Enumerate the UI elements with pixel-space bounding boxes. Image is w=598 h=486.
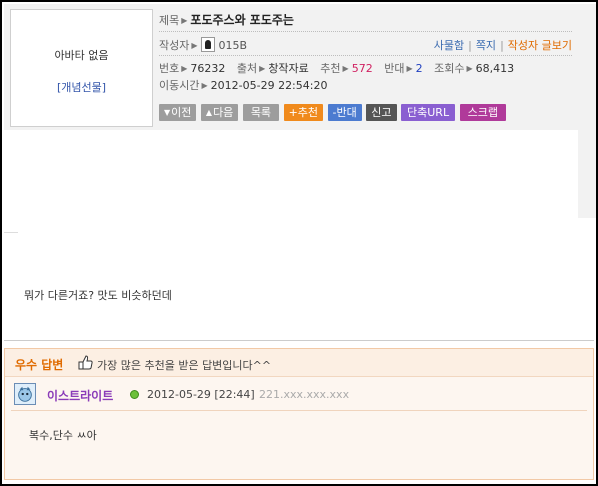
oppose-button-label: 반대 [336,106,357,119]
triangle-right-icon: ▶ [466,64,473,73]
separator: | [468,39,472,52]
answer-date: 2012-05-29 [22:44] [147,388,255,401]
locker-link[interactable]: 사물함 [434,39,464,52]
post-body: 뭐가 다른거죠? 맛도 비슷하던데 [24,289,172,302]
best-answer-header: 우수 답변 가장 많은 추천을 받은 답변입니다^^ [5,349,593,377]
thumbs-up-hand-icon [78,355,93,370]
report-button[interactable]: 신고 [366,104,397,121]
post-number: 76232 [190,62,226,75]
recommend-button[interactable]: +추천 [283,104,324,121]
divider [159,31,572,32]
post-source: 창작자료 [268,62,309,75]
moved-time-label: 이동시간 [159,79,200,92]
section-divider [4,340,594,341]
prev-button-label: 이전 [171,106,192,119]
triangle-right-icon: ▶ [259,64,266,73]
post-header: 아바타 없음 [개념선물] 제목 ▶ 포도주스와 포도주는 작성자 ▶ 015B 사물함… [4,4,578,130]
title-row: 제목 ▶ 포도주스와 포도주는 [159,11,294,28]
plus-icon: + [288,106,298,119]
divider [4,232,18,233]
source-label: 출처 [236,62,258,75]
triangle-right-icon: ▶ [181,64,188,73]
list-button[interactable]: 목록 [242,104,280,121]
avatar: 아바타 없음 [개념선물] [10,9,153,127]
scrap-button[interactable]: 스크랩 [459,104,506,121]
upvote-label: 추천 [320,62,341,75]
next-button[interactable]: ▲다음 [200,104,239,121]
author-row: 작성자 ▶ 015B 사물함 | 쪽지 | 작성자 글보기 [159,37,572,53]
answerer-avatar-icon [14,383,36,405]
downvote-label: 반대 [384,62,405,75]
title-label: 제목 [159,14,180,27]
downvote-count: 2 [415,62,423,75]
gift-link[interactable]: [개념선물] [11,79,152,95]
author-nickname[interactable]: 015B [219,39,248,52]
message-link[interactable]: 쪽지 [476,39,496,52]
short-url-button[interactable]: 단축URL [401,104,456,121]
divider [11,410,587,411]
answer-author-name[interactable]: 이스트라이트 [47,387,113,404]
moved-time: 2012-05-29 22:54:20 [210,79,328,92]
answer-body: 복수,단수 ㅆ아 [29,429,97,442]
separator: | [500,39,504,52]
divider [159,55,572,56]
scroll-strip [578,4,596,218]
author-links: 사물함 | 쪽지 | 작성자 글보기 [434,37,572,53]
best-answer-section: 우수 답변 가장 많은 추천을 받은 답변입니다^^ 이스트라이트 2012-0… [4,348,594,480]
online-status-icon [130,390,139,399]
triangle-down-icon: ▼ [164,108,171,117]
moved-time-row: 이동시간 ▶ 2012-05-29 22:54:20 [159,77,327,93]
triangle-right-icon: ▶ [201,81,208,90]
answer-ip: 221.xxx.xxx.xxx [259,388,350,401]
avatar-placeholder-text: 아바타 없음 [54,49,109,62]
triangle-right-icon: ▶ [342,64,349,73]
action-buttons: ▼이전 ▲다음 목록 +추천 -반대 신고 단축URL 스크랩 [159,104,507,121]
best-answer-description: 가장 많은 추천을 받은 답변입니다^^ [97,359,272,372]
answer-author-row: 이스트라이트 2012-05-29 [22:44] 221.xxx.xxx.xx… [14,383,584,407]
number-label: 번호 [159,62,180,75]
meta-row: 번호 ▶ 76232 출처 ▶ 창작자료 추천 ▶ 572 반대 ▶ 2 조회수 ▶ 68,413 [159,60,514,76]
triangle-right-icon: ▶ [181,16,188,25]
best-answer-label: 우수 답변 [15,358,64,372]
upvote-count: 572 [351,62,373,75]
views-label: 조회수 [434,62,465,75]
views-count: 68,413 [475,62,515,75]
next-button-label: 다음 [213,106,234,119]
prev-button[interactable]: ▼이전 [159,104,197,121]
page-frame: 아바타 없음 [개념선물] 제목 ▶ 포도주스와 포도주는 작성자 ▶ 015B 사물함… [0,0,598,486]
author-label: 작성자 [159,39,190,52]
author-posts-link[interactable]: 작성자 글보기 [508,39,572,52]
triangle-right-icon: ▶ [406,64,413,73]
recommend-button-label: 추천 [297,106,319,119]
oppose-button[interactable]: -반대 [327,104,362,121]
triangle-right-icon: ▶ [191,41,198,50]
member-level-icon [200,37,215,52]
post-title: 포도주스와 포도주는 [190,13,294,27]
triangle-up-icon: ▲ [205,108,213,117]
